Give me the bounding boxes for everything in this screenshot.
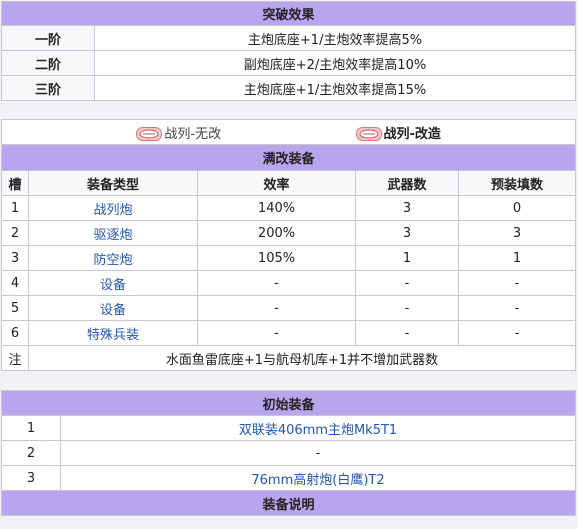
full-equipment-title: 满改装备 (1, 144, 576, 171)
weapon-count: 1 (355, 245, 460, 271)
equipment-type-link[interactable]: 防空炮 (28, 245, 198, 271)
slot-number: 3 (1, 465, 61, 491)
equipment-description-title: 装备说明 (1, 490, 576, 516)
weapon-count: 3 (355, 220, 460, 246)
preload-count: 1 (458, 245, 576, 271)
initial-equipment-table: 初始装备 1 双联装406mm主炮Mk5T1 2 - 3 76mm高射炮(白鹰)… (1, 390, 576, 516)
column-header: 槽 (1, 170, 29, 196)
weapon-count: 3 (355, 195, 460, 221)
hull-type-normal[interactable]: 战列-无改 (0, 119, 356, 145)
table-row: 5 设备 - - - (1, 295, 576, 321)
column-header: 效率 (196, 170, 357, 196)
equipment-link[interactable]: 76mm高射炮(白鹰)T2 (60, 465, 576, 491)
efficiency: 105% (196, 245, 357, 271)
weapon-count: - (355, 295, 460, 321)
weapon-count: - (355, 320, 460, 346)
tier-label: 一阶 (1, 25, 95, 51)
equipment-link[interactable]: 双联装406mm主炮Mk5T1 (60, 415, 576, 441)
preload-count: 3 (458, 220, 576, 246)
table-row: 1 战列炮 140% 3 0 (1, 195, 576, 221)
column-header: 预装填数 (458, 170, 576, 196)
table-row: 1 双联装406mm主炮Mk5T1 (1, 415, 576, 441)
table-row: 3 76mm高射炮(白鹰)T2 (1, 465, 576, 491)
table-row: 6 特殊兵装 - - - (1, 320, 576, 346)
tier-effect: 副炮底座+2/主炮效率提高10% (94, 50, 576, 76)
equipment-table: 战列-无改 战列-改造 满改装备 槽 装备类型 效率 武器数 预装填数 1 战列… (0, 119, 576, 371)
hull-label-normal: 战列-无改 (164, 126, 222, 142)
equipment-type-link[interactable]: 设备 (28, 295, 198, 321)
initial-equipment-title: 初始装备 (1, 390, 576, 416)
preload-count: 0 (458, 195, 576, 221)
equipment-type-link[interactable]: 设备 (28, 270, 198, 296)
efficiency: - (196, 270, 357, 296)
slot-number: 4 (1, 270, 29, 296)
table-row: 2 驱逐炮 200% 3 3 (1, 220, 576, 246)
hull-type-retrofit[interactable]: 战列-改造 (355, 119, 576, 145)
equipment-type-link[interactable]: 战列炮 (28, 195, 198, 221)
slot-number: 2 (1, 220, 29, 246)
preload-count: - (458, 295, 576, 321)
efficiency: 200% (196, 220, 357, 246)
slot-number: 1 (1, 195, 29, 221)
preload-count: - (458, 320, 576, 346)
preload-count: - (458, 270, 576, 296)
equipment-empty: - (60, 440, 576, 466)
equipment-type-link[interactable]: 驱逐炮 (28, 220, 198, 246)
slot-number: 2 (1, 440, 61, 466)
note-label: 注 (1, 345, 29, 371)
table-row: 4 设备 - - - (1, 270, 576, 296)
table-row: 2 - (1, 440, 576, 466)
tier-effect: 主炮底座+1/主炮效率提高15% (94, 75, 576, 101)
slot-number: 3 (1, 245, 29, 271)
weapon-count: - (355, 270, 460, 296)
column-header: 装备类型 (28, 170, 198, 196)
hull-label-retrofit: 战列-改造 (383, 126, 441, 142)
efficiency: 140% (196, 195, 357, 221)
tier-label: 三阶 (1, 75, 95, 101)
breakthrough-title: 突破效果 (1, 1, 576, 26)
equipment-type-link[interactable]: 特殊兵装 (28, 320, 198, 346)
slot-number: 6 (1, 320, 29, 346)
tier-effect: 主炮底座+1/主炮效率提高5% (94, 25, 576, 51)
efficiency: - (196, 295, 357, 321)
slot-number: 5 (1, 295, 29, 321)
breakthrough-table: 突破效果 一阶 主炮底座+1/主炮效率提高5% 二阶 副炮底座+2/主炮效率提高… (1, 1, 576, 101)
ship-type-badge-icon (355, 126, 382, 141)
slot-number: 1 (1, 415, 61, 441)
tier-label: 二阶 (1, 50, 95, 76)
note-text: 水面鱼雷底座+1与航母机库+1并不增加武器数 (28, 345, 576, 371)
ship-type-badge-icon (136, 126, 163, 141)
table-row: 3 防空炮 105% 1 1 (1, 245, 576, 271)
efficiency: - (196, 320, 357, 346)
column-header: 武器数 (355, 170, 460, 196)
